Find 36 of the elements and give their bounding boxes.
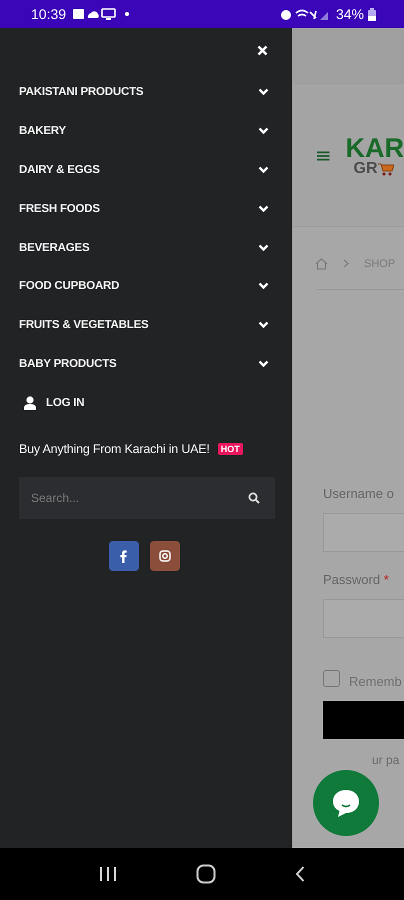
password-label: Password *: [323, 572, 390, 587]
instagram-icon: [158, 550, 170, 562]
menu-item[interactable]: FOOD CUPBOARD: [19, 266, 275, 306]
menu-item[interactable]: DAIRY & EGGS: [19, 150, 275, 190]
home-button-icon[interactable]: [196, 864, 216, 884]
menu-item[interactable]: BABY PRODUCTS: [19, 344, 275, 384]
recent-apps-icon[interactable]: [99, 866, 118, 882]
battery-icon: [368, 8, 376, 20]
notification-icons: [73, 8, 132, 20]
chat-icon: [331, 788, 361, 818]
menu-item[interactable]: FRESH FOODS: [19, 189, 275, 228]
back-icon[interactable]: [294, 866, 305, 882]
separator-icon: [343, 259, 349, 268]
instagram-button[interactable]: [150, 541, 180, 572]
facebook-icon: [120, 550, 127, 563]
remember-checkbox[interactable]: [323, 670, 340, 687]
username-label: Username o: [323, 486, 395, 501]
logo-subtext: GR: [354, 161, 378, 177]
cart-icon: [378, 162, 394, 176]
menu-icon[interactable]: [317, 149, 330, 163]
search-icon[interactable]: [248, 492, 260, 504]
menu-item[interactable]: PAKISTANI PRODUCTS: [19, 73, 275, 112]
user-icon: [24, 396, 36, 410]
battery-percent: 34%: [336, 6, 364, 22]
status-time: 10:39: [31, 6, 66, 22]
signal-icons: [280, 8, 330, 20]
login-link[interactable]: LOG IN: [19, 383, 275, 422]
menu-item[interactable]: BEVERAGES: [19, 228, 275, 267]
search-field[interactable]: Search...: [19, 477, 275, 520]
promo-link[interactable]: Buy Anything From Karachi in UAE!: [19, 442, 210, 456]
close-icon[interactable]: [257, 45, 268, 56]
facebook-button[interactable]: [108, 541, 138, 572]
logo-text: KAR: [346, 135, 404, 162]
hot-badge: HOT: [218, 443, 243, 456]
menu-item[interactable]: BAKERY: [19, 112, 275, 151]
menu-item[interactable]: FRUITS & VEGETABLES: [19, 306, 275, 345]
